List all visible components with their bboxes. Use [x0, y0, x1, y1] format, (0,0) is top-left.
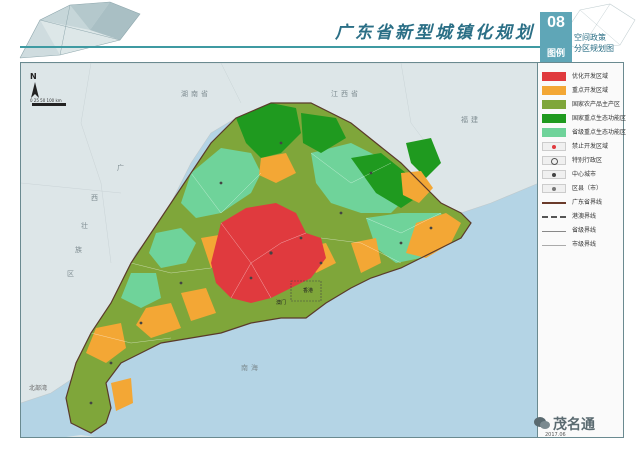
- legend-swatch: [542, 128, 566, 137]
- label-south-sea: 南海: [241, 364, 261, 372]
- legend-swatch: [542, 240, 566, 249]
- label-guangxi-3: 壮: [81, 222, 91, 230]
- legend-swatch: [542, 72, 566, 81]
- legend-label: 重点开发区域: [572, 87, 609, 94]
- north-label: N: [30, 72, 37, 81]
- legend-swatch: [542, 100, 566, 109]
- map-subtitle: 空间政策 分区规划图: [574, 32, 614, 54]
- label-guangxi-1: 广: [117, 164, 127, 172]
- legend-item: 市级界线: [542, 239, 622, 251]
- legend-item: 重点开发区域: [542, 85, 622, 97]
- polygon-banner-left: [19, 1, 141, 59]
- legend-swatch: [542, 212, 566, 221]
- north-arrow-icon: N: [30, 72, 39, 98]
- label-guangxi-4: 族: [75, 246, 85, 254]
- planning-map-page: 广东省新型城镇化规划 08 图例 空间政策 分区规划图 湖南省 江西省 福建 广…: [0, 0, 640, 453]
- sheet-number: 08: [547, 14, 565, 31]
- legend-label: 市级界线: [572, 241, 597, 248]
- map-frame[interactable]: 湖南省 江西省 福建 广 西 壮 族 区 北部湾 南海 澳门 香港: [20, 62, 538, 438]
- legend-label: 国家农产品主产区: [572, 101, 621, 108]
- page-title: 广东省新型城镇化规划: [335, 23, 535, 43]
- label-hk: 香港: [303, 288, 314, 294]
- legend-swatch: [542, 170, 566, 179]
- sheet-number-badge: 08 图例: [540, 12, 572, 64]
- legend-swatch: [542, 184, 566, 193]
- legend-item: 特别行政区: [542, 155, 622, 167]
- legend-label: 禁止开发区域: [572, 143, 609, 150]
- wechat-icon: [534, 417, 550, 429]
- plan-date: 2017.06: [545, 432, 566, 438]
- legend-item: 省级重点生态功能区: [542, 127, 626, 139]
- legend-swatch: [542, 226, 566, 235]
- map-legend: 优化开发区域 重点开发区域国家农产品主产区 国家重点生态功能区 省级重点生态功能区 禁止…: [538, 62, 626, 438]
- legend-label: 港澳界线: [572, 213, 597, 220]
- watermark-text: 茂名通: [553, 417, 595, 433]
- legend-item: 国家重点生态功能区: [542, 113, 626, 125]
- legend-label: 省级界线: [572, 227, 597, 234]
- label-fujian: 福建: [461, 116, 481, 124]
- legend-label: 省级重点生态功能区: [572, 129, 627, 136]
- policy-line-2: 分区规划图: [574, 44, 614, 53]
- legend-swatch: [542, 114, 566, 123]
- sheet-sub-label: 图例: [546, 49, 565, 59]
- label-macau: 澳门: [276, 300, 287, 306]
- label-hunan: 湖南省: [181, 90, 211, 98]
- label-beibu: 北部湾: [29, 385, 48, 392]
- legend-swatch: [542, 198, 566, 207]
- policy-line-1: 空间政策: [574, 33, 606, 42]
- label-jiangxi: 江西省: [331, 90, 361, 98]
- legend-item: 禁止开发区域: [542, 141, 622, 153]
- legend-swatch: [542, 142, 566, 151]
- scale-bar: [32, 103, 66, 106]
- legend-item: 优化开发区域: [542, 71, 622, 83]
- legend-label: 中心城市: [572, 171, 597, 178]
- legend-swatch: [542, 86, 566, 95]
- legend-label: 区县（市）: [572, 185, 603, 192]
- legend-item: 中心城市: [542, 169, 622, 181]
- legend-item: 国家农产品主产区: [542, 99, 622, 111]
- legend-item: 省级界线: [542, 225, 622, 237]
- label-guangxi-2: 西: [91, 194, 101, 202]
- title-underline: [20, 46, 545, 48]
- legend-item: 广东省界线: [542, 197, 622, 209]
- legend-item: 区县（市）: [542, 183, 622, 195]
- legend-label: 国家重点生态功能区: [572, 115, 627, 122]
- label-guangxi-5: 区: [67, 270, 77, 278]
- legend-swatch: [542, 156, 566, 165]
- legend-label: 优化开发区域: [572, 73, 609, 80]
- legend-item: 港澳界线: [542, 211, 622, 223]
- legend-label: 广东省界线: [572, 199, 603, 206]
- legend-label: 特别行政区: [572, 157, 603, 164]
